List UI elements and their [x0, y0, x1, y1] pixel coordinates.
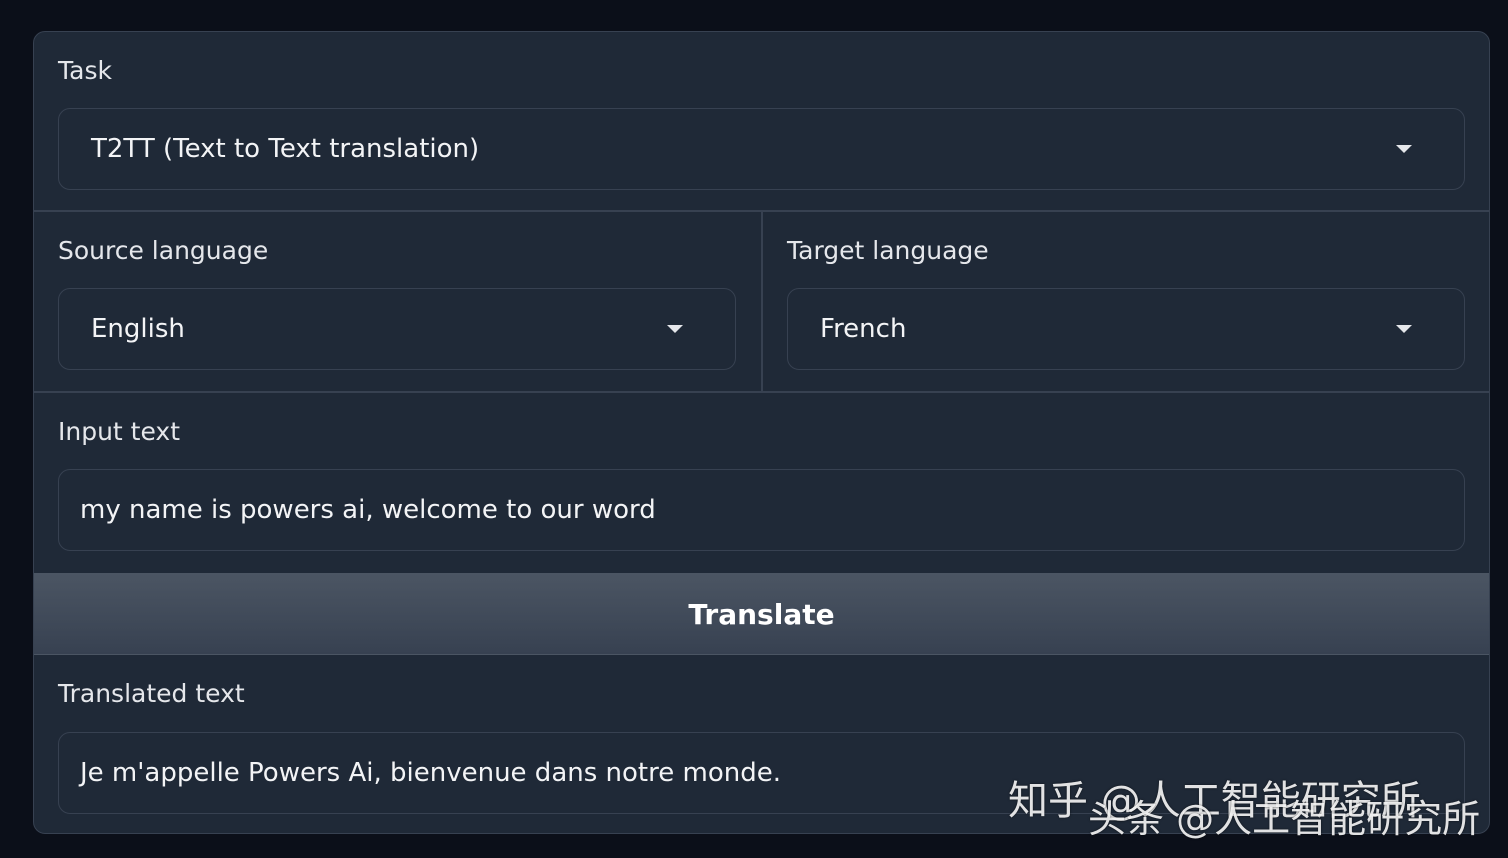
- input-text-field[interactable]: my name is powers ai, welcome to our wor…: [58, 469, 1465, 551]
- toutiao-watermark: 头条 @人工智能研究所: [1088, 797, 1481, 841]
- target-language-block: Target language French: [763, 212, 1489, 391]
- source-language-label: Source language: [58, 236, 269, 265]
- chevron-down-icon: [1396, 325, 1412, 333]
- task-selected-value: T2TT (Text to Text translation): [91, 134, 480, 164]
- input-text-block: Input text my name is powers ai, welcome…: [34, 393, 1489, 573]
- input-text-value: my name is powers ai, welcome to our wor…: [80, 495, 656, 525]
- input-text-label: Input text: [58, 417, 181, 446]
- translation-panel: Task T2TT (Text to Text translation) Sou…: [33, 31, 1490, 834]
- task-dropdown[interactable]: T2TT (Text to Text translation): [58, 108, 1465, 190]
- task-block: Task T2TT (Text to Text translation): [34, 32, 1489, 211]
- source-language-dropdown[interactable]: English: [58, 288, 736, 370]
- translated-text-label: Translated text: [58, 679, 245, 708]
- target-language-dropdown[interactable]: French: [787, 288, 1465, 370]
- source-language-value: English: [91, 314, 185, 344]
- target-language-value: French: [820, 314, 907, 344]
- translate-button[interactable]: Translate: [34, 573, 1489, 655]
- task-label: Task: [58, 56, 112, 85]
- target-language-label: Target language: [787, 236, 989, 265]
- source-language-block: Source language English: [34, 212, 762, 391]
- chevron-down-icon: [1396, 145, 1412, 153]
- chevron-down-icon: [667, 325, 683, 333]
